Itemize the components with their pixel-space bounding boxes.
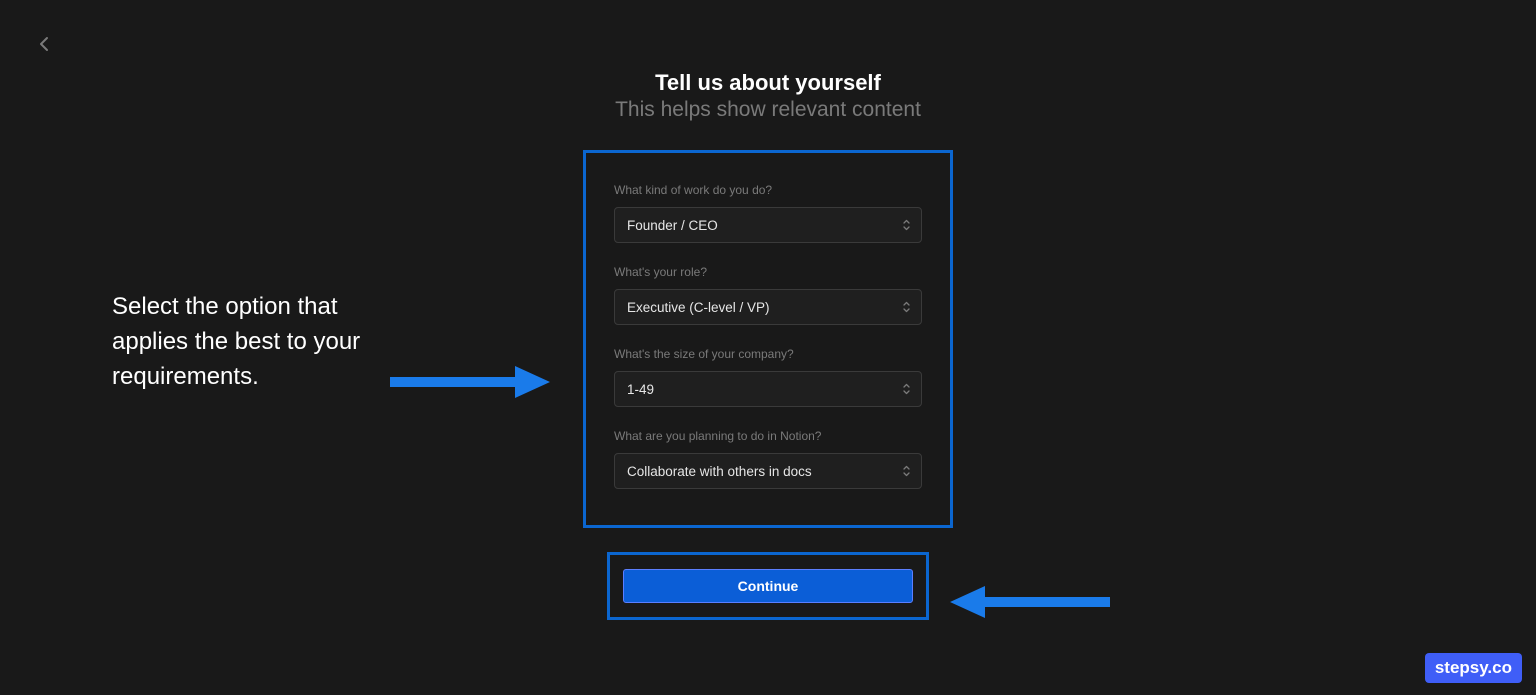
- company-size-select[interactable]: 1-49: [614, 371, 922, 407]
- continue-button-label: Continue: [738, 578, 799, 594]
- work-select[interactable]: Founder / CEO: [614, 207, 922, 243]
- continue-highlight-box: Continue: [607, 552, 929, 620]
- work-select-value: Founder / CEO: [627, 218, 718, 233]
- company-size-select-value: 1-49: [627, 382, 654, 397]
- arrow-left-icon: [950, 582, 1110, 622]
- chevron-updown-icon: [902, 218, 911, 232]
- form-group-role: What's your role? Executive (C-level / V…: [614, 265, 922, 325]
- planning-select[interactable]: Collaborate with others in docs: [614, 453, 922, 489]
- page-title: Tell us about yourself: [655, 70, 881, 96]
- role-select[interactable]: Executive (C-level / VP): [614, 289, 922, 325]
- role-label: What's your role?: [614, 265, 922, 279]
- back-button[interactable]: [32, 32, 56, 56]
- annotation-arrow-right: [390, 362, 550, 407]
- chevron-updown-icon: [902, 300, 911, 314]
- continue-button[interactable]: Continue: [623, 569, 913, 603]
- form-group-work: What kind of work do you do? Founder / C…: [614, 183, 922, 243]
- role-select-value: Executive (C-level / VP): [627, 300, 770, 315]
- form-highlight-box: What kind of work do you do? Founder / C…: [583, 150, 953, 528]
- planning-select-value: Collaborate with others in docs: [627, 464, 812, 479]
- watermark-badge: stepsy.co: [1425, 653, 1522, 683]
- work-label: What kind of work do you do?: [614, 183, 922, 197]
- planning-label: What are you planning to do in Notion?: [614, 429, 922, 443]
- chevron-left-icon: [39, 36, 49, 52]
- annotation-instruction: Select the option that applies the best …: [112, 290, 372, 394]
- page-subtitle: This helps show relevant content: [615, 98, 921, 122]
- annotation-arrow-left: [950, 582, 1110, 627]
- onboarding-content: Tell us about yourself This helps show r…: [583, 70, 953, 620]
- form-group-company-size: What's the size of your company? 1-49: [614, 347, 922, 407]
- chevron-updown-icon: [902, 464, 911, 478]
- company-size-label: What's the size of your company?: [614, 347, 922, 361]
- form-group-planning: What are you planning to do in Notion? C…: [614, 429, 922, 489]
- chevron-updown-icon: [902, 382, 911, 396]
- arrow-right-icon: [390, 362, 550, 402]
